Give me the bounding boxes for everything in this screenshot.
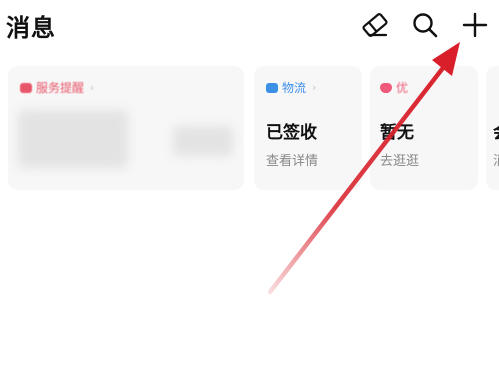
card-sub-text: 消 bbox=[493, 150, 499, 169]
card-category: 服务提醒 › bbox=[20, 79, 94, 96]
blurred-content bbox=[18, 110, 128, 168]
blurred-content bbox=[173, 126, 233, 156]
card-sub-text: 去逛逛 bbox=[380, 154, 420, 169]
plus-icon bbox=[462, 12, 488, 38]
clear-unread-button[interactable] bbox=[359, 9, 391, 41]
card-category: 物流 › bbox=[266, 79, 316, 96]
card-logistics[interactable]: 物流 › 已签收 查看详情 bbox=[254, 66, 362, 190]
card-category: 优 bbox=[380, 79, 408, 96]
chevron-right-icon: › bbox=[312, 81, 317, 94]
card-partial[interactable]: 会 消 bbox=[486, 66, 499, 190]
add-button[interactable] bbox=[459, 9, 491, 41]
message-category-cards: 服务提醒 › 物流 › 已签收 查看详情 优 暂无 去逛逛 会 消 bbox=[0, 66, 499, 190]
search-icon bbox=[413, 13, 438, 38]
card-category-label: 优 bbox=[396, 81, 409, 95]
search-button[interactable] bbox=[409, 9, 441, 41]
page-title: 消息 bbox=[6, 14, 56, 42]
bell-icon bbox=[20, 82, 32, 93]
truck-icon bbox=[266, 82, 278, 93]
chevron-right-icon: › bbox=[90, 81, 95, 94]
card-sub-text: 查看详情 bbox=[266, 154, 319, 169]
card-main-text: 已签收 bbox=[266, 123, 317, 143]
card-main-text: 暂无 bbox=[380, 123, 414, 143]
card-deals[interactable]: 优 暂无 去逛逛 bbox=[370, 66, 478, 190]
heart-icon bbox=[380, 82, 392, 93]
top-bar: 消息 bbox=[0, 0, 499, 52]
card-service-reminder[interactable]: 服务提醒 › bbox=[8, 66, 244, 190]
card-category-label: 服务提醒 bbox=[36, 81, 85, 95]
card-main-text: 会 bbox=[493, 118, 499, 143]
eraser-icon bbox=[362, 13, 388, 37]
card-category-label: 物流 bbox=[282, 81, 307, 95]
